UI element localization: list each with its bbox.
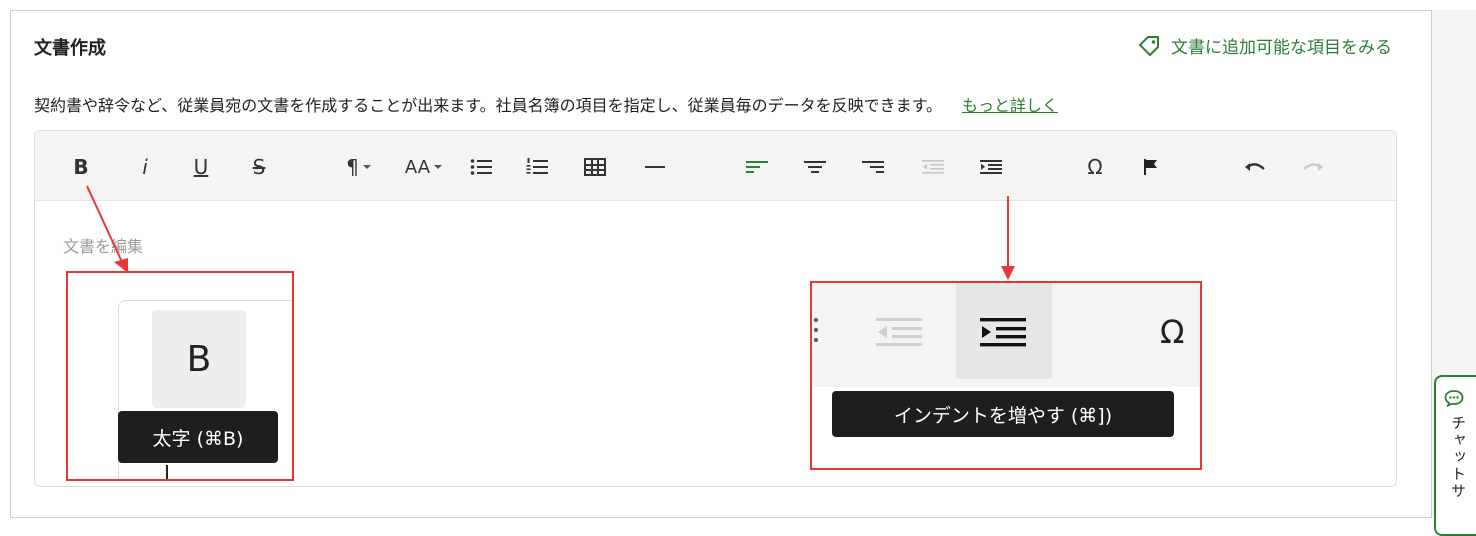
text-cursor (166, 465, 168, 479)
zoomed-indent-icon (980, 318, 1026, 347)
list-dot (814, 328, 818, 332)
bold-zoom-callout: B 太字 (⌘B) (66, 271, 294, 481)
arrow-head (1001, 266, 1015, 280)
chat-bubble-icon (1444, 390, 1464, 407)
chat-support-tab[interactable]: チャットサ (1434, 375, 1476, 536)
zoomed-omega-icon: Ω (1160, 313, 1185, 351)
indent-tooltip: インデントを増やす (⌘]) (832, 391, 1174, 437)
indent-zoom-callout: Ω インデントを増やす (⌘]) (810, 281, 1202, 470)
list-dot (814, 338, 818, 342)
zoomed-outdent-icon (876, 318, 922, 346)
chat-support-label: チャットサ (1449, 415, 1467, 500)
zoomed-bold-button: B (152, 310, 246, 408)
list-dot (814, 318, 818, 322)
bold-tooltip: 太字 (⌘B) (118, 411, 278, 463)
